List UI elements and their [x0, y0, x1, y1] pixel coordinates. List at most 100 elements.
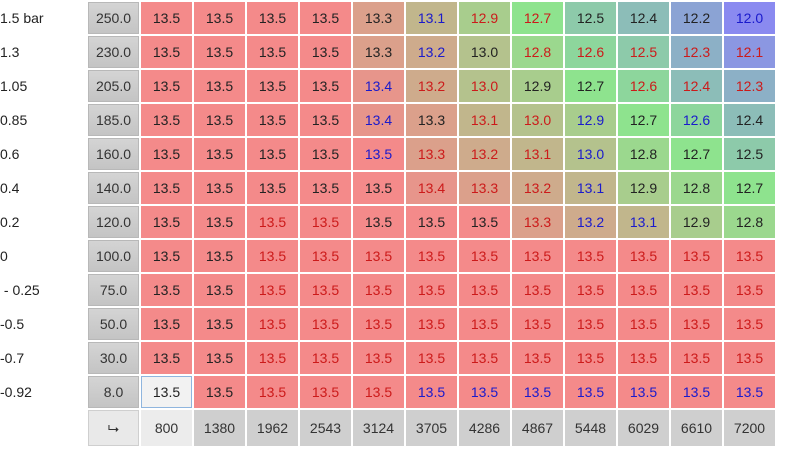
rpm-axis-cell[interactable]: 4286 — [459, 410, 510, 446]
table-cell[interactable]: 13.5 — [247, 36, 298, 68]
table-cell[interactable]: 12.7 — [724, 172, 775, 204]
table-cell[interactable]: 13.3 — [459, 172, 510, 204]
table-cell[interactable]: 13.5 — [406, 274, 457, 306]
table-cell[interactable]: 13.5 — [300, 70, 351, 102]
table-cell[interactable]: 13.3 — [353, 2, 404, 34]
table-cell[interactable]: 13.5 — [194, 308, 245, 340]
table-cell[interactable]: 13.5 — [565, 274, 616, 306]
table-cell[interactable]: 13.5 — [141, 342, 192, 374]
load-axis-cell[interactable]: 50.0 — [88, 308, 139, 340]
table-cell[interactable]: 13.5 — [406, 342, 457, 374]
table-cell[interactable]: 12.9 — [459, 2, 510, 34]
table-cell[interactable]: 13.4 — [353, 70, 404, 102]
table-cell[interactable]: 13.5 — [565, 376, 616, 408]
table-cell[interactable]: 13.2 — [459, 138, 510, 170]
rpm-axis-cell[interactable]: 3705 — [406, 410, 457, 446]
table-cell[interactable]: 13.5 — [141, 36, 192, 68]
table-cell[interactable]: 13.5 — [353, 274, 404, 306]
table-cell[interactable]: 13.2 — [512, 172, 563, 204]
table-cell[interactable]: 13.5 — [671, 376, 722, 408]
table-cell[interactable]: 13.5 — [247, 240, 298, 272]
table-cell[interactable]: 13.1 — [565, 172, 616, 204]
table-cell[interactable]: 12.1 — [724, 36, 775, 68]
table-cell[interactable]: 13.1 — [618, 206, 669, 238]
rpm-axis-cell[interactable]: 4867 — [512, 410, 563, 446]
table-cell[interactable]: 13.5 — [459, 206, 510, 238]
table-cell[interactable]: 13.5 — [565, 342, 616, 374]
rpm-axis-cell[interactable]: 3124 — [353, 410, 404, 446]
table-cell[interactable]: 13.5 — [353, 240, 404, 272]
load-axis-cell[interactable]: 8.0 — [88, 376, 139, 408]
table-cell[interactable]: 13.5 — [353, 138, 404, 170]
table-cell[interactable]: 13.5 — [247, 206, 298, 238]
table-cell[interactable]: 12.5 — [724, 138, 775, 170]
table-cell[interactable]: 13.2 — [406, 70, 457, 102]
table-cell[interactable]: 12.4 — [671, 70, 722, 102]
axis-swap-icon[interactable]: ⮡ — [88, 410, 139, 446]
rpm-axis-cell[interactable]: 2543 — [300, 410, 351, 446]
table-cell[interactable]: 12.9 — [618, 172, 669, 204]
table-cell[interactable]: 13.5 — [194, 36, 245, 68]
table-cell[interactable]: 13.5 — [141, 240, 192, 272]
table-cell[interactable]: 13.5 — [353, 172, 404, 204]
table-cell[interactable]: 13.5 — [141, 206, 192, 238]
table-cell[interactable]: 13.5 — [194, 104, 245, 136]
rpm-axis-cell[interactable]: 1962 — [247, 410, 298, 446]
table-cell[interactable]: 13.5 — [247, 104, 298, 136]
table-cell[interactable]: 13.5 — [724, 342, 775, 374]
table-cell[interactable]: 13.5 — [353, 308, 404, 340]
table-cell[interactable]: 13.5 — [141, 274, 192, 306]
rpm-axis-cell[interactable]: 800 — [141, 410, 192, 446]
table-cell[interactable]: 13.5 — [618, 308, 669, 340]
load-axis-cell[interactable]: 120.0 — [88, 206, 139, 238]
table-cell[interactable]: 13.5 — [618, 274, 669, 306]
table-cell[interactable]: 13.5 — [247, 138, 298, 170]
table-cell[interactable]: 13.0 — [459, 70, 510, 102]
table-cell[interactable]: 12.4 — [724, 104, 775, 136]
table-cell[interactable]: 13.5 — [247, 2, 298, 34]
table-cell[interactable]: 12.8 — [671, 172, 722, 204]
table-cell[interactable]: 13.5 — [671, 342, 722, 374]
table-cell[interactable]: 13.1 — [406, 2, 457, 34]
table-cell[interactable]: 13.5 — [247, 172, 298, 204]
table-cell[interactable]: 13.5 — [512, 240, 563, 272]
table-cell[interactable]: 12.6 — [671, 104, 722, 136]
table-cell[interactable]: 13.3 — [406, 138, 457, 170]
load-axis-cell[interactable]: 30.0 — [88, 342, 139, 374]
table-cell[interactable]: 13.5 — [300, 376, 351, 408]
table-cell[interactable]: 12.4 — [618, 2, 669, 34]
table-cell[interactable]: 12.7 — [671, 138, 722, 170]
load-axis-cell[interactable]: 160.0 — [88, 138, 139, 170]
table-cell[interactable]: 13.5 — [512, 308, 563, 340]
table-cell[interactable]: 13.1 — [459, 104, 510, 136]
table-cell[interactable]: 13.0 — [512, 104, 563, 136]
table-cell[interactable]: 13.5 — [141, 2, 192, 34]
table-cell[interactable]: 12.8 — [512, 36, 563, 68]
load-axis-cell[interactable]: 230.0 — [88, 36, 139, 68]
table-cell[interactable]: 13.2 — [565, 206, 616, 238]
table-cell[interactable]: 13.5 — [194, 376, 245, 408]
table-cell[interactable]: 13.5 — [194, 70, 245, 102]
table-cell[interactable]: 12.9 — [565, 104, 616, 136]
table-cell[interactable]: 13.5 — [300, 172, 351, 204]
table-cell[interactable]: 13.2 — [406, 36, 457, 68]
table-cell[interactable]: 13.4 — [406, 172, 457, 204]
table-cell[interactable]: 13.5 — [300, 2, 351, 34]
table-cell[interactable]: 12.6 — [618, 70, 669, 102]
table-cell[interactable]: 13.5 — [671, 240, 722, 272]
load-axis-cell[interactable]: 185.0 — [88, 104, 139, 136]
table-cell[interactable]: 13.5 — [194, 172, 245, 204]
table-cell[interactable]: 13.5 — [565, 240, 616, 272]
table-cell[interactable]: 13.5 — [300, 138, 351, 170]
rpm-axis-cell[interactable]: 6029 — [618, 410, 669, 446]
table-cell[interactable]: 13.5 — [618, 342, 669, 374]
table-cell[interactable]: 12.0 — [724, 2, 775, 34]
table-cell[interactable]: 13.5 — [353, 376, 404, 408]
table-cell[interactable]: 12.6 — [565, 36, 616, 68]
table-cell[interactable]: 13.5 — [194, 274, 245, 306]
load-axis-cell[interactable]: 250.0 — [88, 2, 139, 34]
table-cell[interactable]: 13.5 — [406, 206, 457, 238]
table-cell[interactable]: 13.5 — [512, 376, 563, 408]
table-cell[interactable]: 13.5 — [141, 104, 192, 136]
table-cell[interactable]: 12.7 — [512, 2, 563, 34]
